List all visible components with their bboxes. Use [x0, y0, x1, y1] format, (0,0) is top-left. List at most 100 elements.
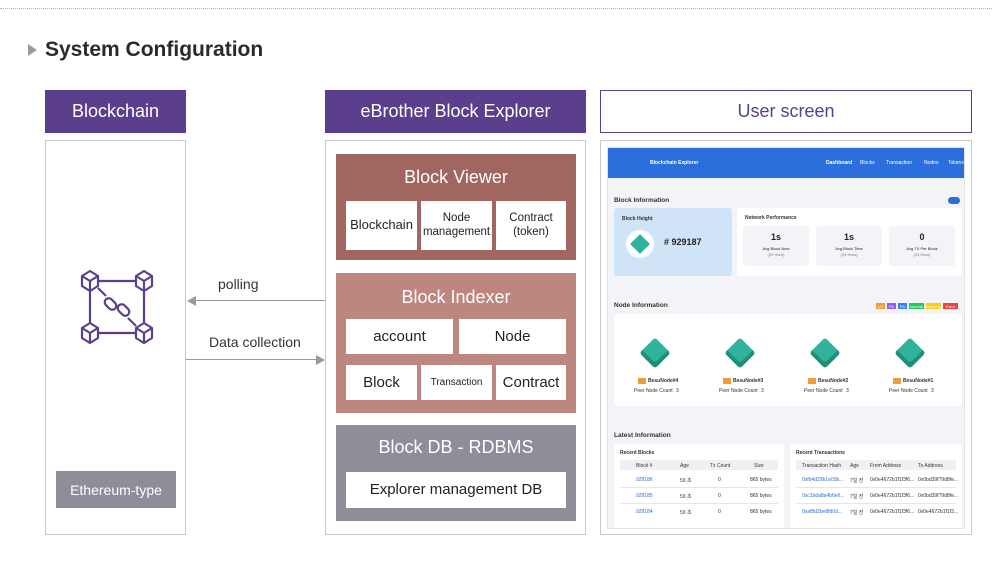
rb-divider-1 — [620, 487, 778, 488]
rt-col-hash: Transaction Hash — [802, 463, 841, 469]
rt-r3-from: 0x0e4672b1f1f3f6... — [870, 509, 915, 515]
node-gem-icon-3 — [809, 337, 841, 369]
screen-nav-transaction[interactable]: Transaction — [886, 160, 912, 166]
stat-sub-3: (24 Hour) — [913, 252, 931, 257]
node-tag-2 — [723, 378, 731, 384]
node-legend-tag-2: PA — [887, 303, 896, 309]
rb-r3-age: 59 초 — [680, 510, 692, 516]
blockchain-network-icon — [80, 269, 154, 345]
block-indexer-module: Block Indexer account Node Block Transac… — [336, 273, 576, 413]
data-collection-arrow-line — [186, 359, 316, 360]
node-name-4: BesuNode#1 — [903, 378, 934, 384]
rt-r3-age: 7일 전 — [850, 510, 864, 516]
node-legend-tag-6: Error — [943, 303, 958, 309]
block-db-module: Block DB - RDBMS Explorer management DB — [336, 425, 576, 521]
rt-divider-1 — [796, 487, 956, 488]
rb-r1-block[interactable]: 929186 — [636, 477, 653, 483]
peer-label-1: Peer Node Count — [634, 388, 673, 394]
block-height-value: # 929187 — [664, 237, 702, 247]
block-viewer-module: Block Viewer Blockchain Node management … — [336, 154, 576, 260]
stat-value-1: 1s — [770, 232, 781, 242]
rb-r3-size: 865 bytes — [750, 509, 772, 515]
explorer-header: eBrother Block Explorer — [325, 90, 586, 133]
node-info-title: Node Information — [614, 302, 668, 309]
user-screen-header: User screen — [600, 90, 972, 133]
screen-nav-nodes[interactable]: Nodes — [924, 160, 938, 166]
rb-r2-size: 865 bytes — [750, 493, 772, 499]
stat-label-2: Avg Block Time — [835, 246, 863, 251]
stat-label-3: Avg TX Per Block — [906, 246, 938, 251]
rt-r1-hash[interactable]: 0xfb4d29b1e03b... — [802, 477, 843, 483]
stat-label-1: Avg Block New — [762, 246, 790, 251]
rb-r3-block[interactable]: 929184 — [636, 509, 653, 515]
data-collection-label: Data collection — [209, 334, 301, 350]
stat-box-1: 1s Avg Block New (24 Hour) — [743, 226, 809, 266]
rt-col-from: From Address — [870, 463, 902, 469]
rb-r2-block[interactable]: 929185 — [636, 493, 653, 499]
stat-value-2: 1s — [843, 232, 854, 242]
rt-r2-to: 0x0bd39f79d8fe... — [918, 493, 959, 499]
ethereum-type-badge: Ethereum-type — [56, 471, 176, 508]
section-title: System Configuration — [28, 38, 263, 62]
recent-transactions-card: Recent Transactions Transaction Hash Age… — [790, 444, 962, 528]
screen-brand: Blockchain Explorer — [650, 160, 699, 166]
node-name-1: BesuNode#4 — [648, 378, 679, 384]
rt-r2-hash[interactable]: 0xc1bda8a4b6e6... — [802, 493, 845, 499]
peer-label-2: Peer Node Count — [719, 388, 758, 394]
block-height-label: Block Height — [622, 216, 653, 222]
stat-sub-1: (24 Hour) — [767, 252, 785, 257]
node-legend-tag-1: LS — [876, 303, 885, 309]
screen-nav-tokens[interactable]: Tokens — [948, 160, 964, 166]
rb-r1-tx: 0 — [718, 477, 721, 483]
rt-col-age: Age — [850, 463, 859, 469]
screen-nav-blocks[interactable]: Blocks — [860, 160, 875, 166]
peer-count-1: 3 — [676, 388, 679, 394]
rb-col-txcount: Tx Count — [710, 463, 731, 469]
explorer-panel: Block Viewer Blockchain Node management … — [325, 140, 586, 535]
network-performance-card: Network Performance 1s Avg Block New (24… — [737, 208, 962, 276]
block-db-title: Block DB - RDBMS — [378, 437, 534, 457]
rt-r2-age: 7일 전 — [850, 494, 864, 500]
rt-r3-to: 0x0e4672b1f1f3... — [918, 509, 959, 515]
indexer-cell-transaction: Transaction — [421, 365, 492, 400]
node-legend-tag-5: Warning — [926, 303, 941, 309]
blockchain-header: Blockchain — [45, 90, 186, 133]
rb-r2-age: 59 초 — [680, 494, 692, 500]
polling-arrow-line — [196, 300, 325, 301]
node-legend-tag-4: Normal — [909, 303, 924, 309]
node-legend-tag-3: PA — [898, 303, 907, 309]
block-height-card: Block Height # 929187 — [614, 208, 732, 276]
rt-r1-from: 0x0e4672b1f1f3f6... — [870, 477, 915, 483]
indexer-cell-node: Node — [459, 319, 566, 354]
node-gem-icon-2 — [724, 337, 756, 369]
rb-col-block: Block # — [636, 463, 653, 469]
node-gem-icon-1 — [639, 337, 671, 369]
toggle-switch[interactable] — [948, 197, 960, 204]
rt-divider-2 — [796, 503, 956, 504]
user-screen-panel: Blockchain Explorer Dashboard Blocks Tra… — [600, 140, 972, 535]
network-title: Network Performance — [745, 215, 797, 221]
rb-r2-tx: 0 — [718, 493, 721, 499]
block-indexer-title: Block Indexer — [401, 287, 511, 307]
peer-label-4: Peer Node Count — [889, 388, 928, 394]
peer-label-3: Peer Node Count — [804, 388, 843, 394]
rt-col-to: To Address — [918, 463, 943, 469]
recent-blocks-title: Recent Blocks — [620, 450, 655, 456]
rt-r3-hash[interactable]: 0xaf8d2be8fd0d... — [802, 509, 842, 515]
triangle-bullet-icon — [28, 44, 37, 56]
screen-nav-dashboard[interactable]: Dashboard — [826, 160, 852, 166]
rb-r1-age: 59 초 — [680, 478, 692, 484]
node-tag-3 — [808, 378, 816, 384]
rb-col-size: Size — [754, 463, 764, 469]
indexer-cell-account: account — [346, 319, 453, 354]
stat-sub-2: (24 Hour) — [840, 252, 858, 257]
node-name-3: BesuNode#2 — [818, 378, 849, 384]
block-viewer-title: Block Viewer — [404, 167, 508, 187]
rb-divider-2 — [620, 503, 778, 504]
node-name-2: BesuNode#3 — [733, 378, 764, 384]
arrow-right-icon — [316, 355, 325, 365]
peer-count-4: 3 — [931, 388, 934, 394]
blockchain-panel: Ethereum-type — [45, 140, 186, 535]
page-title: System Configuration — [45, 38, 264, 61]
viewer-cell-blockchain: Blockchain — [346, 201, 417, 250]
